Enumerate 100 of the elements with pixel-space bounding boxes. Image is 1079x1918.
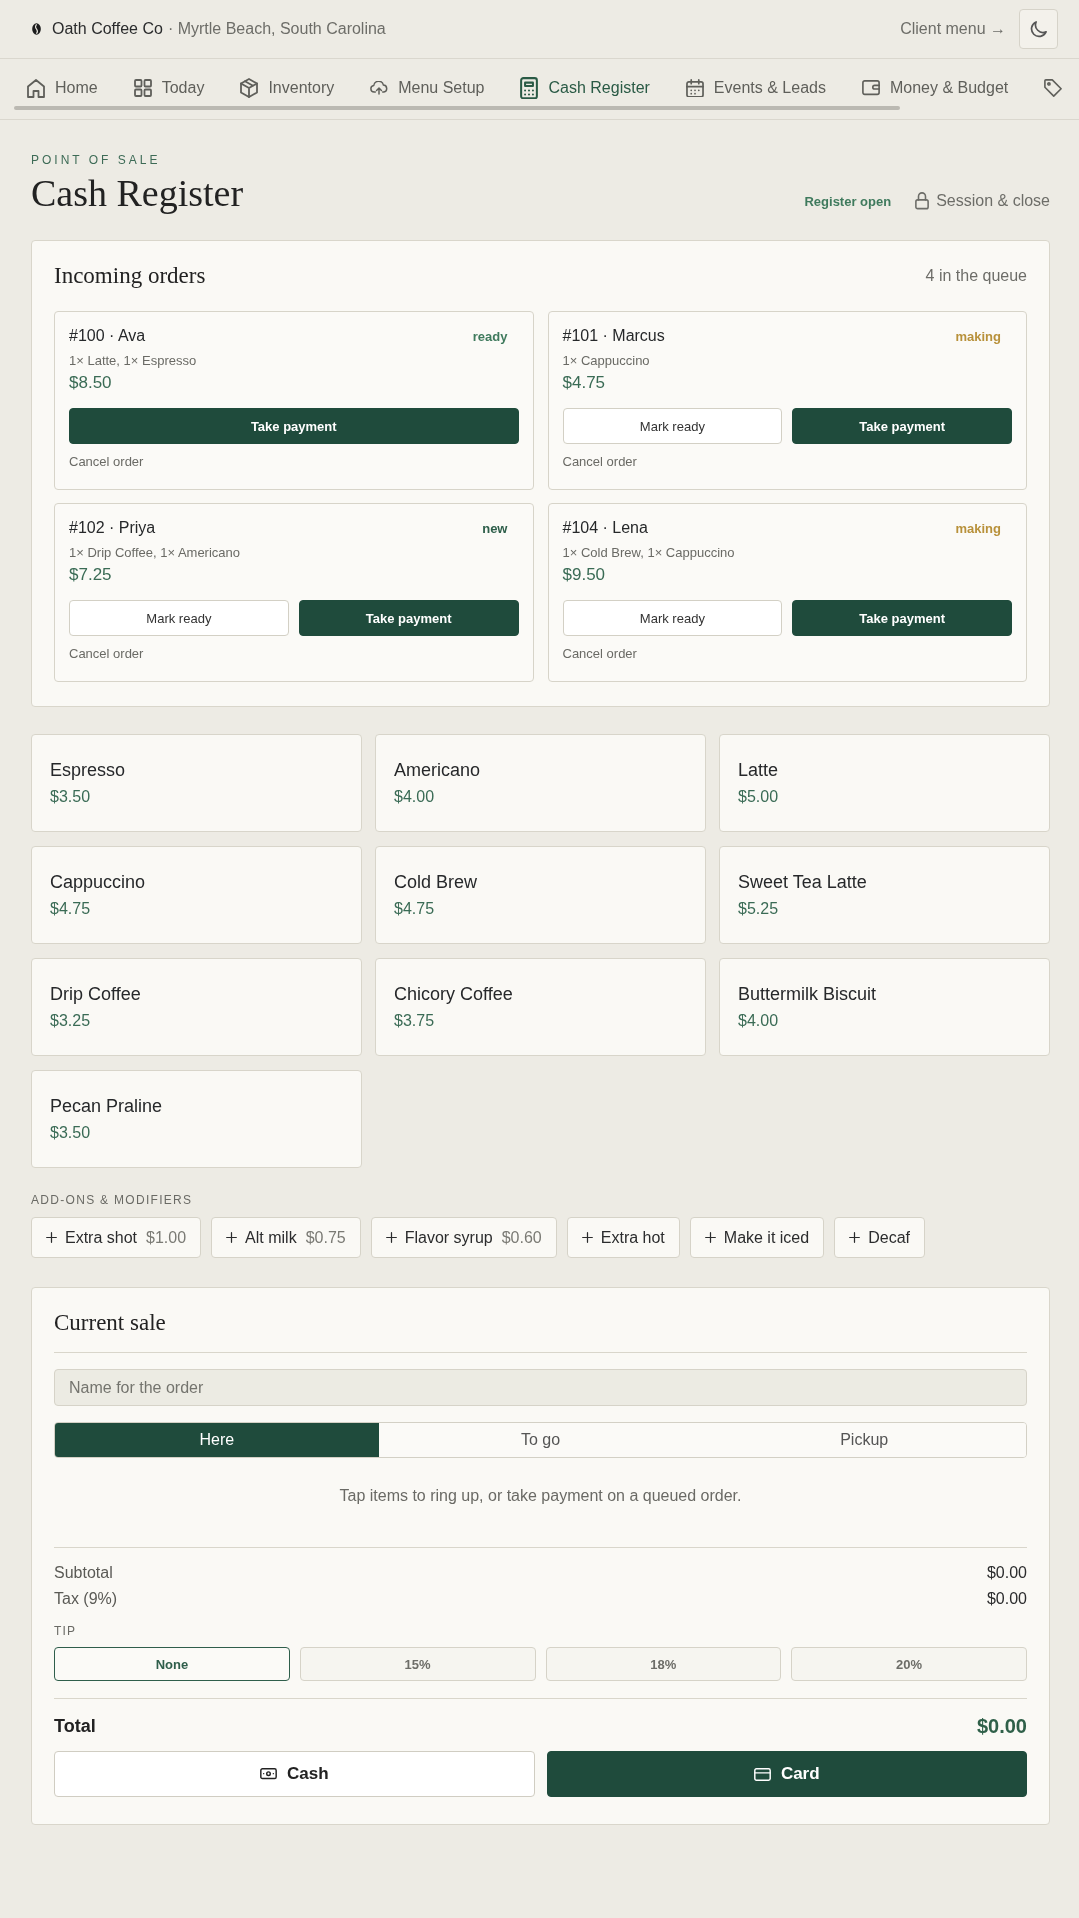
card-button[interactable]: Card	[546, 1751, 1027, 1797]
wallet-icon	[861, 80, 880, 96]
item-price: $4.75	[50, 899, 91, 919]
tip-option-button[interactable]: 18%	[545, 1647, 782, 1681]
mark-ready-button[interactable]: Mark ready	[69, 600, 289, 636]
nav-tab[interactable]: Home	[9, 70, 116, 106]
client-menu-link[interactable]: Client menu →	[900, 20, 1006, 38]
order-items: 1× Latte, 1× Espresso	[69, 352, 198, 370]
addon-chip[interactable]: Decaf	[834, 1217, 925, 1258]
menu-item-tile[interactable]: Sweet Tea Latte $5.25	[719, 846, 1050, 944]
session-button[interactable]: Session & close	[915, 192, 1050, 210]
total-label: Total	[54, 1715, 96, 1738]
order-total: $7.25	[69, 564, 113, 586]
addon-chip[interactable]: Extra hot	[566, 1217, 680, 1258]
home-icon	[27, 78, 45, 98]
summary-label: Subtotal	[54, 1563, 113, 1583]
addon-price: $1.00	[146, 1228, 187, 1247]
item-price: $4.00	[738, 1011, 779, 1031]
item-price: $3.25	[50, 1011, 91, 1031]
addon-chip[interactable]: Make it iced	[689, 1217, 825, 1258]
order-title: #102 · Priya	[69, 519, 156, 537]
mark-ready-button[interactable]: Mark ready	[562, 408, 783, 444]
item-price: $5.25	[738, 899, 779, 919]
nav-tab[interactable]: Events & Leads	[667, 70, 844, 106]
menu-item-tile[interactable]: Latte $5.00	[719, 734, 1050, 832]
cash-button[interactable]: Cash	[54, 1751, 535, 1797]
cancel-order-link[interactable]: Cancel order	[69, 645, 144, 663]
item-price: $4.00	[394, 787, 435, 807]
menu-item-tile[interactable]: Espresso $3.50	[31, 734, 362, 832]
item-name: Cappuccino	[50, 871, 146, 893]
order-type-tab[interactable]: Here	[55, 1423, 379, 1457]
empty-cart-message: Tap items to ring up, or take payment on a queued order.	[338, 1486, 743, 1506]
lock-icon	[915, 192, 930, 210]
order-status: making	[955, 328, 1002, 344]
moon-icon	[1030, 20, 1047, 38]
cancel-order-link[interactable]: Cancel order	[562, 453, 637, 471]
bean-logo-icon	[32, 23, 41, 35]
grid-icon	[133, 79, 152, 97]
calculator-icon	[520, 76, 539, 100]
tip-option-button[interactable]: 20%	[791, 1647, 1027, 1681]
order-status: new	[482, 520, 509, 536]
nav-tab[interactable]: Menu Setup	[352, 70, 503, 106]
plus-icon	[581, 1232, 593, 1243]
section-label: ADD-ONS & MODIFIERS	[31, 1192, 194, 1208]
summary-label: Tax (9%)	[54, 1589, 118, 1609]
order-total: $9.50	[562, 564, 607, 586]
take-payment-button[interactable]: Take payment	[792, 408, 1012, 444]
menu-item-tile[interactable]: Buttermilk Biscuit $4.00	[719, 958, 1050, 1056]
menu-item-tile[interactable]: Cold Brew $4.75	[375, 846, 706, 944]
tag-icon	[1044, 79, 1063, 97]
plus-icon	[704, 1232, 716, 1243]
take-payment-button[interactable]: Take payment	[792, 600, 1012, 636]
total-value: $0.00	[976, 1714, 1027, 1738]
plus-icon	[226, 1232, 238, 1243]
nav-tab[interactable]: Today	[115, 70, 223, 106]
tip-option-button[interactable]: 15%	[299, 1647, 536, 1681]
item-name: Cold Brew	[394, 871, 478, 893]
order-total: $8.50	[69, 372, 113, 394]
eyebrow-label: POINT OF SALE	[31, 152, 162, 168]
item-price: $3.75	[394, 1011, 435, 1031]
nav-tab[interactable]: Inventory	[222, 70, 353, 106]
menu-item-tile[interactable]: Pecan Praline $3.50	[31, 1070, 362, 1168]
menu-item-tile[interactable]: Drip Coffee $3.25	[31, 958, 362, 1056]
item-price: $3.50	[50, 787, 91, 807]
menu-item-tile[interactable]: Americano $4.00	[375, 734, 706, 832]
order-title: #104 · Lena	[562, 519, 648, 537]
scrollbar-thumb[interactable]	[14, 106, 900, 110]
menu-item-tile[interactable]: Chicory Coffee $3.75	[375, 958, 706, 1056]
item-name: Latte	[738, 759, 779, 781]
item-name: Drip Coffee	[50, 983, 141, 1005]
theme-toggle-button[interactable]	[1019, 9, 1058, 49]
item-name: Espresso	[50, 759, 126, 781]
queue-count: 4 in the queue	[925, 267, 1027, 285]
menu-item-tile[interactable]: Cappuccino $4.75	[31, 846, 362, 944]
addon-chip[interactable]: Flavor syrup $0.60	[370, 1217, 557, 1258]
section-title: Incoming orders	[54, 263, 206, 289]
cancel-order-link[interactable]: Cancel order	[562, 645, 637, 663]
nav-tab[interactable]: Cash Register	[502, 70, 668, 106]
order-status: ready	[472, 328, 509, 344]
order-title: #100 · Ava	[69, 327, 146, 345]
item-name: Chicory Coffee	[394, 983, 513, 1005]
brand-name: Oath Coffee Co	[52, 20, 163, 38]
plus-icon	[849, 1232, 861, 1243]
addon-chip[interactable]: Alt milk $0.75	[211, 1217, 361, 1258]
item-price: $3.50	[50, 1123, 91, 1143]
item-name: Sweet Tea Latte	[738, 871, 867, 893]
banknote-icon	[259, 1768, 277, 1780]
tip-option-button[interactable]: None	[54, 1647, 290, 1681]
plus-icon	[385, 1232, 397, 1243]
take-payment-button[interactable]: Take payment	[298, 600, 519, 636]
addon-chip[interactable]: Extra shot $1.00	[31, 1217, 202, 1258]
calendar-icon	[685, 78, 704, 98]
nav-tab[interactable]: Money & Budget	[843, 70, 1027, 106]
cancel-order-link[interactable]: Cancel order	[69, 453, 144, 471]
mark-ready-button[interactable]: Mark ready	[562, 600, 783, 636]
order-name-field[interactable]: Name for the order	[54, 1369, 1027, 1406]
take-payment-button[interactable]: Take payment	[69, 408, 519, 444]
cloud-upload-icon	[370, 81, 389, 95]
summary-value: $0.00	[986, 1589, 1027, 1609]
order-status: making	[955, 520, 1002, 536]
